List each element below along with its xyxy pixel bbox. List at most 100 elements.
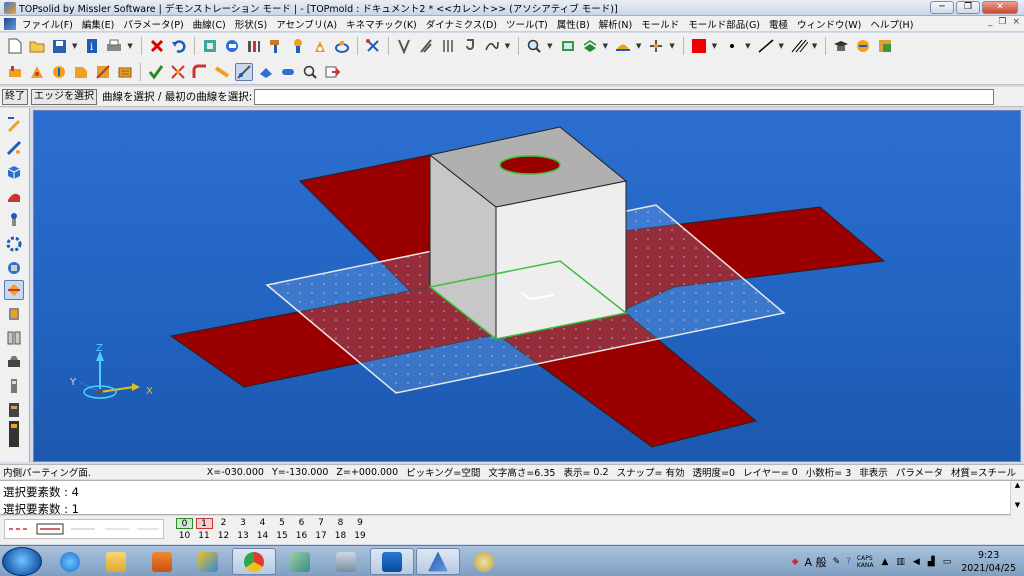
layer-11[interactable]: 11: [196, 531, 213, 542]
volume-icon[interactable]: ◀: [913, 557, 920, 567]
cross-tools-icon[interactable]: [169, 63, 187, 81]
cube-hole[interactable]: [499, 155, 561, 175]
end-command-button[interactable]: 終了: [2, 88, 28, 105]
layer-0[interactable]: 0: [176, 518, 193, 529]
mold-tool-5-icon[interactable]: [94, 63, 112, 81]
app-icon[interactable]: [186, 548, 230, 575]
layer-8[interactable]: 8: [332, 518, 349, 529]
hatch-dropdown-icon[interactable]: ▼: [812, 42, 817, 50]
topsolid-icon[interactable]: [416, 548, 460, 575]
selection-icon[interactable]: [364, 37, 382, 55]
layer-6[interactable]: 6: [293, 518, 310, 529]
status-material[interactable]: 材質=スチール: [951, 465, 1016, 479]
layer-2[interactable]: 2: [215, 518, 232, 529]
status-params[interactable]: パラメータ: [896, 465, 943, 479]
cooling-icon[interactable]: [4, 376, 24, 396]
ime-tools-icon[interactable]: ✎: [833, 557, 841, 567]
status-display-value[interactable]: 0.2: [593, 467, 608, 478]
hat-dropdown-icon[interactable]: ▼: [636, 42, 641, 50]
gear-tool-icon[interactable]: [4, 234, 24, 254]
electrode-icon[interactable]: [4, 352, 24, 372]
cancel-red-x-icon[interactable]: [148, 37, 166, 55]
bend-icon[interactable]: [191, 63, 209, 81]
menu-analysis[interactable]: 解析(N): [599, 17, 633, 31]
line-style-dropdown-icon[interactable]: ▼: [779, 42, 784, 50]
menu-attributes[interactable]: 属性(B): [557, 17, 590, 31]
mold-tool-1-icon[interactable]: [6, 63, 24, 81]
solid-tool-icon[interactable]: [4, 162, 24, 182]
layer-14[interactable]: 14: [254, 531, 271, 542]
doc-close-button[interactable]: ×: [1012, 17, 1020, 27]
maximize-button[interactable]: ❐: [956, 1, 980, 14]
print-dropdown-icon[interactable]: ▼: [127, 42, 132, 50]
command-input[interactable]: [254, 88, 995, 105]
layer-icon[interactable]: [581, 37, 599, 55]
3d-viewport[interactable]: Z X Y: [33, 110, 1021, 462]
new-document-icon[interactable]: [6, 37, 24, 55]
zoom-icon[interactable]: [525, 37, 543, 55]
curve-select-icon[interactable]: [235, 62, 253, 81]
battery-icon[interactable]: ▭: [943, 557, 952, 567]
menu-edit[interactable]: 編集(E): [82, 17, 114, 31]
chrome-icon[interactable]: [232, 548, 276, 575]
render-icon[interactable]: [854, 37, 872, 55]
signal-icon[interactable]: ▟: [928, 557, 935, 567]
pipe-icon[interactable]: [213, 63, 231, 81]
ime-indicator[interactable]: A 般: [805, 554, 827, 570]
layer-12[interactable]: 12: [215, 531, 232, 542]
help-icon[interactable]: ?: [846, 557, 851, 567]
save-dropdown-icon[interactable]: ▼: [72, 42, 77, 50]
menu-shapes[interactable]: 形状(S): [235, 17, 267, 31]
layer-16[interactable]: 16: [293, 531, 310, 542]
status-transparency[interactable]: 透明度=0: [693, 465, 736, 479]
layer-13[interactable]: 13: [235, 531, 252, 542]
menu-mold-parts[interactable]: モールド部品(G): [688, 17, 760, 31]
menu-parameters[interactable]: パラメータ(P): [123, 17, 183, 31]
view-icon[interactable]: [559, 37, 577, 55]
layer-7[interactable]: 7: [313, 518, 330, 529]
layer-19[interactable]: 19: [352, 531, 369, 542]
doc-minimize-button[interactable]: _: [988, 17, 993, 27]
menu-dynamics[interactable]: ダイナミクス(D): [426, 17, 497, 31]
network-icon[interactable]: ▥: [896, 557, 905, 567]
mold-tool-2-icon[interactable]: [28, 63, 46, 81]
surface-tool-icon[interactable]: [4, 186, 24, 206]
pin-tool-icon[interactable]: [4, 210, 24, 230]
color-dropdown-icon[interactable]: ▼: [712, 42, 717, 50]
tweezers2-icon[interactable]: [417, 37, 435, 55]
layer-18[interactable]: 18: [332, 531, 349, 542]
open-folder-icon[interactable]: [28, 37, 46, 55]
hook-icon[interactable]: [461, 37, 479, 55]
ejector-icon[interactable]: [4, 328, 24, 348]
layer-dropdown-icon[interactable]: ▼: [603, 42, 608, 50]
mold-tool-3-icon[interactable]: [50, 63, 68, 81]
insert-icon[interactable]: [323, 63, 341, 81]
tray-expand-icon[interactable]: ▲: [881, 557, 888, 567]
menu-window[interactable]: ウィンドウ(W): [797, 17, 861, 31]
line-style-icon[interactable]: [757, 37, 775, 55]
mold-tool-4-icon[interactable]: [72, 63, 90, 81]
cylinder-icon[interactable]: [279, 63, 297, 81]
cube-right-face[interactable]: [495, 180, 627, 340]
tweezers-icon[interactable]: [395, 37, 413, 55]
status-text-height[interactable]: 文字高さ=6.35: [488, 465, 555, 479]
magnify-icon[interactable]: [301, 63, 319, 81]
ie-icon[interactable]: [48, 548, 92, 575]
scroll-up-icon[interactable]: ▲: [1011, 481, 1024, 489]
sketch-icon[interactable]: [4, 114, 24, 134]
hatch-icon[interactable]: [790, 37, 808, 55]
zoom-dropdown-icon[interactable]: ▼: [547, 42, 552, 50]
flag-icon[interactable]: ◆: [792, 557, 799, 567]
layer-15[interactable]: 15: [274, 531, 291, 542]
measure-icon[interactable]: [333, 37, 351, 55]
undo-icon[interactable]: [170, 37, 188, 55]
paint-icon[interactable]: [462, 548, 506, 575]
menu-kinematics[interactable]: キネマチック(K): [346, 17, 417, 31]
tools2-icon[interactable]: [289, 37, 307, 55]
print-icon[interactable]: [105, 37, 123, 55]
plate-icon[interactable]: [257, 63, 275, 81]
save-icon[interactable]: [50, 37, 68, 55]
scroll-down-icon[interactable]: ▼: [1011, 501, 1024, 509]
output-scrollbar[interactable]: ▲ ▼: [1010, 481, 1024, 516]
point-icon[interactable]: [723, 37, 741, 55]
